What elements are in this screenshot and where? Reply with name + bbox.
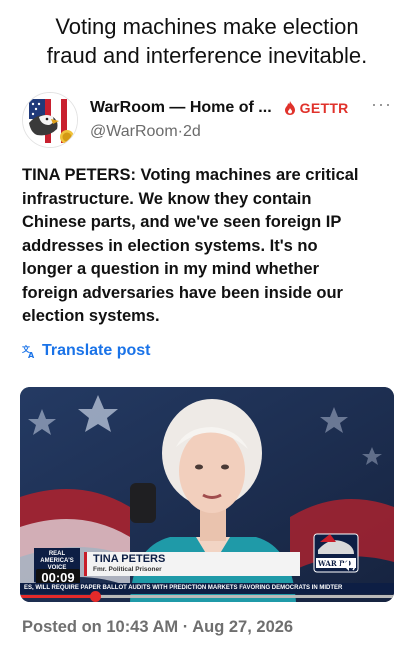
post-text-line: addresses in election systems. It's no [22, 236, 318, 255]
gettr-badge: GETTR [284, 100, 349, 116]
post-text-line: foreign adversaries have been inside our [22, 283, 343, 302]
nameplate: TINA PETERS Fmr. Political Prisoner [84, 552, 300, 576]
post-text-line: Chinese parts, and we've seen foreign IP [22, 213, 342, 231]
post-age: 2d [182, 123, 201, 140]
news-ticker: ES, WILL REQUIRE PAPER BALLOT AUDITS WIT… [20, 583, 394, 594]
translate-label: Translate post [42, 342, 151, 359]
meme-caption: Voting machines make election fraud and … [0, 12, 414, 70]
name-row: WarRoom — Home of ... GETTR [90, 98, 349, 118]
svg-text:A: A [28, 351, 35, 358]
volume-icon[interactable] [340, 558, 358, 577]
speaker-title: Fmr. Political Prisoner [93, 566, 162, 573]
post-text-line: longer a question in my mind whether [22, 260, 320, 278]
network-logo-text: REAL AMERICA'S VOICE [40, 551, 74, 571]
eagle-flag-icon [23, 93, 77, 147]
posted-timestamp: Posted on 10:43 AM · Aug 27, 2026 [22, 618, 294, 636]
translate-icon: 文 A [22, 344, 35, 358]
translate-post-button[interactable]: 文 A Translate post [22, 342, 150, 360]
flame-icon [284, 101, 295, 115]
gettr-label: GETTR [299, 100, 349, 116]
post-text-line: infrastructure. We know they contain [22, 189, 312, 208]
post-text: TINA PETERS: Voting machines are critica… [22, 164, 394, 329]
handle[interactable]: @WarRoom [90, 123, 178, 141]
video-progress-fill [20, 595, 95, 598]
caption-line-2: fraud and interference inevitable. [46, 43, 368, 68]
speaker-name: TINA PETERS [93, 553, 166, 565]
video-progress-knob[interactable] [89, 591, 101, 602]
caption-line-1: Voting machines make election [55, 14, 359, 39]
handle-row: @WarRoom · 2d [90, 123, 201, 141]
video-progress-bar[interactable] [20, 591, 394, 602]
post-header: WarRoom — Home of ... GETTR ··· @WarRoom… [22, 92, 396, 148]
display-name[interactable]: WarRoom — Home of ... [90, 99, 272, 117]
video-player[interactable]: REAL AMERICA'S VOICE 00:09 TINA PETERS F… [20, 387, 394, 602]
ticker-text: ES, WILL REQUIRE PAPER BALLOT AUDITS WIT… [24, 585, 343, 591]
post-text-line: election systems. [22, 307, 160, 325]
post-text-line: TINA PETERS: Voting machines are critica… [22, 166, 359, 184]
more-dots-icon[interactable]: ··· [371, 94, 392, 115]
avatar[interactable] [22, 92, 78, 148]
lower-third: REAL AMERICA'S VOICE 00:09 TINA PETERS F… [34, 533, 380, 586]
